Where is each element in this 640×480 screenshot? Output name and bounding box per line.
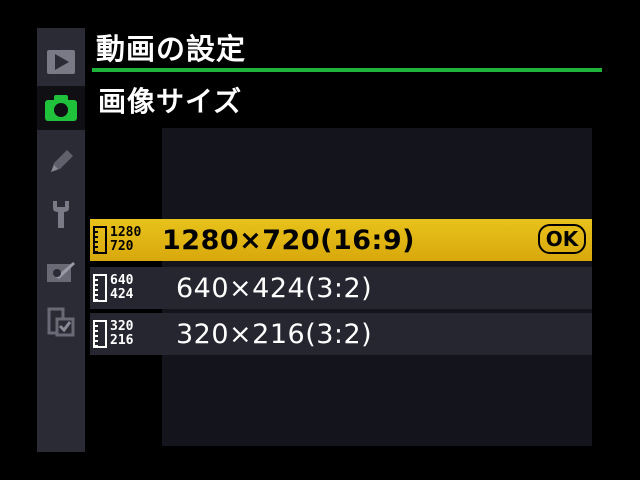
tab-recent-settings[interactable]	[37, 300, 85, 344]
option-320x216[interactable]: 320 216 320×216(3:2)	[90, 313, 592, 355]
film-strip-icon	[93, 274, 107, 302]
ok-button[interactable]: OK	[538, 224, 586, 254]
title-divider	[92, 68, 602, 72]
film-strip-icon	[93, 226, 107, 254]
icon-height-text: 216	[110, 333, 134, 348]
option-label: 320×216(3:2)	[176, 318, 373, 350]
movie-size-icon: 1280 720	[90, 219, 162, 261]
icon-width-text: 640	[110, 273, 134, 288]
option-1280x720[interactable]: 1280 720 1280×720(16:9) OK	[90, 219, 592, 261]
wrench-icon	[53, 201, 69, 228]
icon-height-text: 720	[110, 239, 134, 254]
tab-custom-settings[interactable]	[37, 140, 85, 184]
movie-size-icon: 640 424	[90, 267, 162, 309]
menu-tab-column	[37, 28, 85, 452]
option-640x424[interactable]: 640 424 640×424(3:2)	[90, 267, 592, 309]
tab-setup[interactable]	[37, 192, 85, 236]
pencil-icon	[51, 150, 73, 172]
tab-shooting[interactable]	[37, 86, 85, 130]
film-strip-icon	[93, 320, 107, 348]
option-label: 640×424(3:2)	[176, 272, 373, 304]
menu-title: 動画の設定	[96, 32, 247, 66]
option-label: 1280×720(16:9)	[162, 224, 415, 256]
retouch-icon	[47, 262, 75, 282]
icon-height-text: 424	[110, 287, 134, 302]
tab-retouch[interactable]	[37, 250, 85, 294]
icon-width-text: 320	[110, 319, 134, 334]
playback-icon	[47, 50, 75, 74]
recent-settings-icon	[47, 307, 75, 337]
icon-width-text: 1280	[110, 225, 142, 240]
page-subtitle: 画像サイズ	[98, 85, 243, 118]
movie-size-icon: 320 216	[90, 313, 162, 355]
tab-playback[interactable]	[37, 40, 85, 84]
camera-icon	[45, 95, 77, 121]
